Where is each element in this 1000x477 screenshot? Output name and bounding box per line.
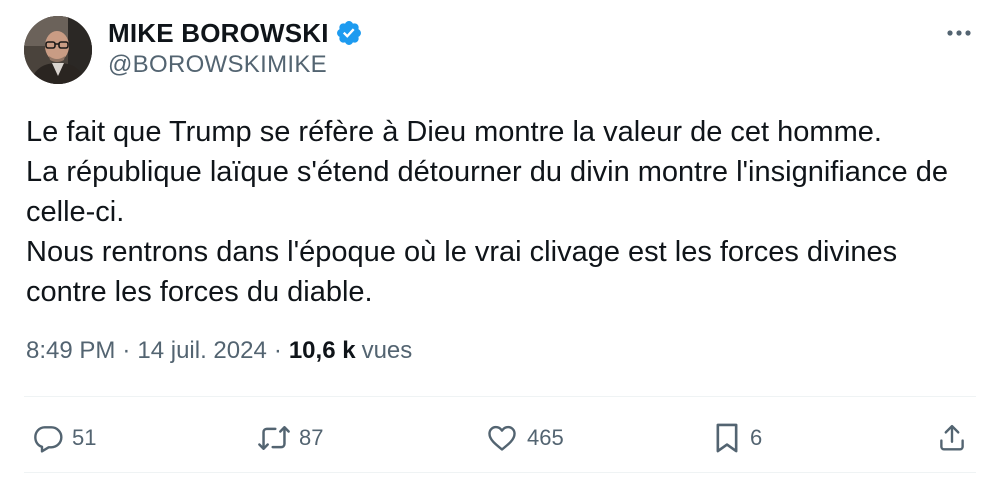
tweet-text-line: Nous rentrons dans l'époque où le vrai c… — [26, 236, 898, 268]
divider — [24, 472, 976, 473]
heart-icon — [488, 425, 516, 451]
author-handle[interactable]: @BOROWSKIMIKE — [108, 51, 327, 79]
tweet-text-line: contre les forces du diable. — [26, 276, 373, 308]
tweet-text: Le fait que Trump se réfère à Dieu montr… — [26, 112, 986, 312]
bookmark-count: 6 — [750, 425, 763, 450]
like-count: 465 — [527, 425, 564, 450]
bookmark-icon — [716, 423, 738, 453]
tweet-date[interactable]: 14 juil. 2024 — [137, 337, 266, 365]
author-name-row: MIKE BOROWSKI — [108, 17, 363, 49]
share-icon — [940, 424, 964, 451]
tweet-text-line: celle-ci. — [26, 196, 125, 228]
more-dots-icon — [947, 30, 971, 36]
share-button[interactable] — [937, 418, 967, 458]
views-label: vues — [361, 337, 413, 364]
action-bar: 51 87 465 6 — [0, 418, 1000, 458]
views-count[interactable]: 10,6 k — [289, 337, 356, 365]
tweet-metadata: 8:49 PM · 14 juil. 2024 · 10,6 k vues — [26, 337, 412, 365]
tweet-text-line: Le fait que Trump se réfère à Dieu montr… — [26, 116, 882, 148]
reply-icon — [34, 426, 63, 453]
repost-button[interactable]: 87 — [257, 418, 323, 458]
meta-separator: · — [273, 337, 282, 364]
tweet-text-line: La république laïque s'étend détourner d… — [26, 156, 948, 188]
like-button[interactable]: 465 — [485, 418, 564, 458]
meta-separator: · — [122, 337, 131, 364]
verified-badge-icon[interactable] — [335, 19, 363, 47]
avatar[interactable] — [24, 16, 92, 84]
repost-icon — [258, 426, 290, 450]
author-display-name[interactable]: MIKE BOROWSKI — [108, 18, 329, 49]
tweet-time[interactable]: 8:49 PM — [26, 337, 115, 365]
tweet-card: MIKE BOROWSKI @BOROWSKIMIKE Le fait que … — [0, 0, 1000, 477]
reply-count: 51 — [72, 425, 97, 450]
bookmark-button[interactable]: 6 — [712, 418, 762, 458]
avatar-photo — [24, 16, 92, 84]
reply-button[interactable]: 51 — [32, 418, 96, 458]
divider — [24, 396, 976, 397]
more-options-button[interactable] — [944, 18, 974, 48]
repost-count: 87 — [299, 425, 324, 450]
